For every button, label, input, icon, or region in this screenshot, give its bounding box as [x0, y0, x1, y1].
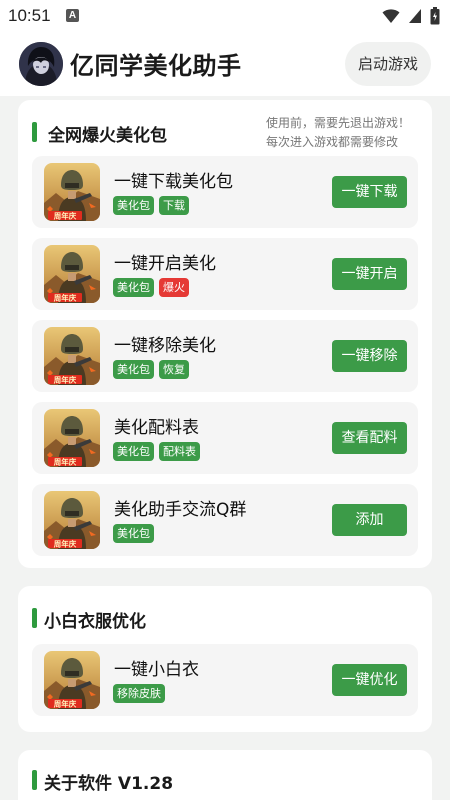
- svg-text:周年庆: 周年庆: [54, 375, 77, 385]
- tag: 下载: [159, 196, 189, 215]
- beautify-pack-section: 全网爆火美化包 使用前，需要先退出游戏！ 每次进入游戏都需要修改 周年庆 一键下…: [18, 100, 432, 568]
- item-title: 一键小白衣: [114, 660, 199, 680]
- list-item-download-pack: 周年庆 一键下载美化包 美化包 下载 一键下载: [32, 156, 418, 228]
- status-bar: 10:51 A: [0, 0, 450, 32]
- list-item-remove-beautify: 周年庆 一键移除美化 美化包 恢复 一键移除: [32, 320, 418, 392]
- wifi-icon: [382, 9, 400, 23]
- tag: 美化包: [113, 360, 154, 379]
- section-accent-bar: [32, 770, 37, 790]
- item-title: 一键移除美化: [114, 336, 216, 356]
- app-header: 亿同学美化助手 启动游戏: [0, 32, 450, 96]
- section-accent-bar: [32, 122, 37, 142]
- list-item-white-clothes: 周年庆 一键小白衣 移除皮肤 一键优化: [32, 644, 418, 716]
- signal-icon: [409, 9, 421, 23]
- item-title: 美化配料表: [114, 418, 199, 438]
- game-icon: 周年庆: [44, 491, 100, 549]
- tag: 恢复: [159, 360, 189, 379]
- note-line: 每次进入游戏都需要修改: [265, 135, 398, 149]
- about-section: 关于软件 V1.28: [18, 750, 432, 800]
- tag: 美化包: [113, 278, 154, 297]
- svg-text:周年庆: 周年庆: [54, 699, 77, 709]
- tag-group: 美化包 恢复: [113, 360, 189, 379]
- optimize-button[interactable]: 一键优化: [332, 664, 407, 696]
- game-icon: 周年庆: [44, 245, 100, 303]
- section-title: 关于软件 V1.28: [44, 774, 174, 794]
- item-title: 美化助手交流Q群: [114, 500, 247, 520]
- white-clothes-section: 小白衣服优化 周年庆 一键小白衣 移除皮肤 一键优化: [18, 586, 432, 732]
- tag-group: 美化包 配料表: [113, 442, 200, 461]
- hot-tag: 爆火: [159, 278, 189, 297]
- status-time: 10:51: [8, 6, 51, 25]
- svg-text:周年庆: 周年庆: [54, 457, 77, 467]
- tag-group: 美化包 下载: [113, 196, 189, 215]
- view-ingredients-button[interactable]: 查看配料: [332, 422, 407, 454]
- game-icon: 周年庆: [44, 409, 100, 467]
- section-title: 全网爆火美化包: [48, 126, 167, 146]
- app-title: 亿同学美化助手: [70, 52, 242, 80]
- item-title: 一键下载美化包: [114, 172, 233, 192]
- status-icons: [382, 6, 440, 26]
- tag-group: 美化包: [113, 524, 154, 543]
- list-item-enable-beautify: 周年庆 一键开启美化 美化包 爆火 一键开启: [32, 238, 418, 310]
- tag: 美化包: [113, 196, 154, 215]
- game-icon: 周年庆: [44, 327, 100, 385]
- remove-button[interactable]: 一键移除: [332, 340, 407, 372]
- tag-group: 移除皮肤: [113, 684, 165, 703]
- download-button[interactable]: 一键下载: [332, 176, 407, 208]
- game-icon: 周年庆: [44, 651, 100, 709]
- section-note: 使用前，需要先退出游戏！ 每次进入游戏都需要修改: [266, 114, 410, 152]
- svg-text:周年庆: 周年庆: [54, 539, 77, 549]
- section-accent-bar: [32, 608, 37, 628]
- battery-icon: [430, 7, 440, 25]
- section-title: 小白衣服优化: [44, 612, 146, 632]
- tag: 美化包: [113, 524, 154, 543]
- enable-button[interactable]: 一键开启: [332, 258, 407, 290]
- main-content: 全网爆火美化包 使用前，需要先退出游戏！ 每次进入游戏都需要修改 周年庆 一键下…: [0, 96, 450, 800]
- tag: 美化包: [113, 442, 154, 461]
- list-item-ingredients: 周年庆 美化配料表 美化包 配料表 查看配料: [32, 402, 418, 474]
- svg-text:周年庆: 周年庆: [54, 211, 77, 221]
- add-group-button[interactable]: 添加: [332, 504, 407, 536]
- list-item-qq-group: 周年庆 美化助手交流Q群 美化包 添加: [32, 484, 418, 556]
- note-line: 使用前，需要先退出游戏！: [265, 116, 410, 130]
- start-game-button[interactable]: 启动游戏: [345, 42, 431, 86]
- svg-text:周年庆: 周年庆: [54, 293, 77, 303]
- item-title: 一键开启美化: [114, 254, 216, 274]
- tag: 移除皮肤: [113, 684, 165, 703]
- tag-group: 美化包 爆火: [113, 278, 189, 297]
- game-icon: 周年庆: [44, 163, 100, 221]
- avatar[interactable]: [19, 42, 63, 86]
- tag: 配料表: [159, 442, 200, 461]
- notification-icon: A: [66, 9, 79, 22]
